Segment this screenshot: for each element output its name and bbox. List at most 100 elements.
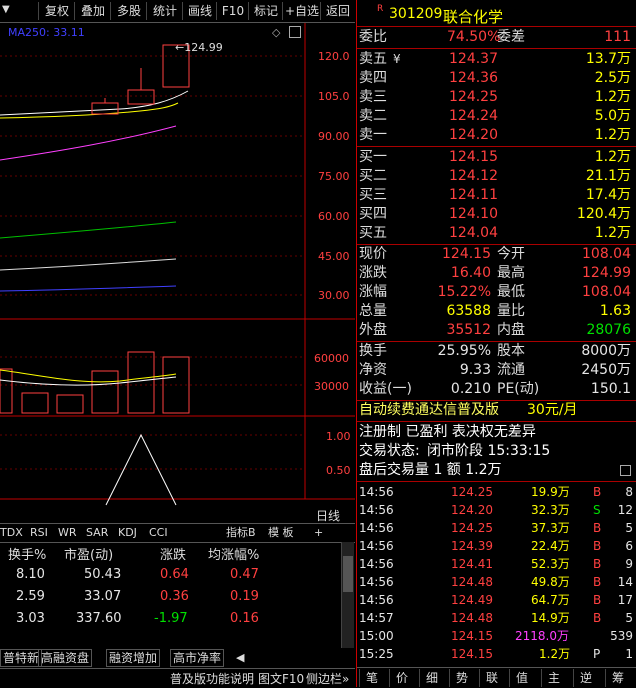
bid-volume: 1.2万 [594, 225, 631, 241]
tab-scroll-left-icon[interactable]: ◀ [236, 651, 244, 664]
tick-count: 539 [610, 629, 633, 643]
draw-line-button[interactable]: 画线 [182, 2, 217, 20]
quote-label: 量比 [497, 303, 525, 319]
tab-linked[interactable]: 联 [479, 669, 504, 687]
table-cell: 50.43 [84, 567, 122, 582]
tick-count: 1 [625, 647, 633, 661]
tab-chips[interactable]: 筹 [605, 669, 630, 687]
help-link[interactable]: 普及版功能说明 [170, 670, 254, 687]
tick-count: 5 [625, 521, 633, 535]
divider [357, 481, 636, 482]
tick-row: 14:56 124.25 19.9万 B 8 [359, 483, 635, 501]
tick-count: 8 [625, 485, 633, 499]
table-scrollbar[interactable] [341, 542, 354, 648]
ask-row[interactable]: 卖五 ¥ 124.37 13.7万 [357, 50, 635, 69]
tick-count: 5 [625, 611, 633, 625]
add-indicator-button[interactable]: + [314, 525, 323, 541]
tick-row: 15:00 124.15 2118.0万 539 [359, 627, 635, 645]
tab-sar[interactable]: SAR [86, 525, 108, 541]
tab-reverse[interactable]: 逆 [573, 669, 598, 687]
bid-row[interactable]: 买三 124.11 17.4万 [357, 186, 635, 205]
bid-row[interactable]: 买五 124.04 1.2万 [357, 224, 635, 243]
scrollbar-thumb[interactable] [343, 556, 353, 592]
f10-button[interactable]: F10 [216, 2, 249, 20]
tab-putexin[interactable]: 普特新 [0, 649, 43, 667]
tab-wr[interactable]: WR [58, 525, 77, 541]
tab-detail[interactable]: 细 [419, 669, 444, 687]
promo-banner[interactable]: 自动续费通达信普及版 30元/月 [357, 401, 635, 420]
tab-high-margin[interactable]: 高融资盘 [38, 649, 93, 667]
stock-name: 联合化学 [443, 8, 504, 26]
tab-value[interactable]: 值 [509, 669, 534, 687]
after-hours-text: 盘后交易量 1 额 1.2万 [359, 462, 502, 478]
mark-button[interactable]: 标记 [248, 2, 283, 20]
window-toggle-icon[interactable] [289, 26, 301, 38]
tab-main[interactable]: 主 [541, 669, 566, 687]
tick-time: 14:56 [359, 521, 394, 535]
promo-price[interactable]: 30元/月 [527, 401, 578, 420]
bid-row[interactable]: 买一 124.15 1.2万 [357, 148, 635, 167]
tab-cci[interactable]: CCI [149, 525, 168, 541]
quote-label: 最低 [497, 284, 525, 300]
dropdown-arrow-icon[interactable]: ▼ [2, 4, 10, 15]
after-hours-line: 盘后交易量 1 额 1.2万 [357, 461, 635, 480]
indicator-b-button[interactable]: 指标B [226, 525, 256, 541]
tick-row: 14:56 124.20 32.3万 S 12 [359, 501, 635, 519]
promo-text[interactable]: 自动续费通达信普及版 [359, 401, 499, 420]
overlay-button[interactable]: 叠加 [74, 2, 111, 20]
back-button[interactable]: 返回 [320, 2, 355, 20]
tick-count: 14 [617, 575, 633, 589]
ask-row[interactable]: 卖一 124.20 1.2万 [357, 126, 635, 145]
price-tick: 90.00 [318, 130, 350, 143]
fuquan-button[interactable]: 复权 [38, 2, 75, 20]
tab-kdj[interactable]: KDJ [118, 525, 137, 541]
bid-label: 买三 [359, 187, 387, 203]
status-line: 交易状态: 闭市阶段 15:33:15 [357, 442, 635, 461]
status-label: 交易状态: [359, 443, 420, 459]
tab-tdx[interactable]: TDX [0, 525, 23, 541]
table-cell: 33.07 [84, 589, 122, 604]
ask-row[interactable]: 卖三 124.25 1.2万 [357, 88, 635, 107]
currency-mark: ¥ [393, 52, 401, 66]
tick-volume: 2118.0万 [515, 629, 569, 643]
tab-margin-increase[interactable]: 融资增加 [106, 649, 161, 667]
ask-row[interactable]: 卖二 124.24 5.0万 [357, 107, 635, 126]
quote-value: 124.15 [442, 246, 491, 262]
diamond-icon[interactable]: ◇ [272, 26, 280, 39]
f10-link[interactable]: 图文F10 [258, 670, 304, 687]
kline-chart-area[interactable]: MA250: 33.11 ←124.99 ◇ 120.0 105.0 90.00… [0, 23, 355, 523]
quote-label: 涨跌 [359, 265, 387, 281]
ask-volume: 5.0万 [594, 108, 631, 124]
ask-volume: 13.7万 [585, 51, 631, 67]
table-header: 涨跌 [160, 548, 187, 563]
add-watchlist-button[interactable]: +自选 [282, 2, 321, 20]
tick-time: 14:56 [359, 503, 394, 517]
tab-rsi[interactable]: RSI [30, 525, 48, 541]
sidebar-toggle[interactable]: 侧边栏» [306, 670, 349, 687]
tab-price[interactable]: 价 [389, 669, 414, 687]
tick-volume: 22.4万 [531, 539, 570, 553]
fund-label: 收益(一) [359, 381, 412, 397]
ask-row[interactable]: 卖四 124.36 2.5万 [357, 69, 635, 88]
quote-value: 16.40 [450, 265, 491, 281]
tick-price: 124.25 [451, 485, 493, 499]
stats-table: 换手% 市盈(动) 涨跌 均涨幅% 8.10 50.43 0.64 0.47 2… [0, 542, 355, 648]
fund-label: 股本 [497, 343, 525, 359]
period-label[interactable]: 日线 [316, 507, 340, 524]
template-button[interactable]: 模 板 [268, 525, 294, 541]
expand-icon[interactable] [620, 465, 631, 476]
tab-high-pb[interactable]: 高市净率 [170, 649, 225, 667]
statistics-button[interactable]: 统计 [146, 2, 183, 20]
tab-trades[interactable]: 笔 [359, 669, 384, 687]
quote-value: 35512 [446, 322, 491, 338]
kline-chart-svg [0, 23, 355, 506]
tick-row: 14:57 124.48 14.9万 B 5 [359, 609, 635, 627]
bid-row[interactable]: 买二 124.12 21.1万 [357, 167, 635, 186]
bid-row[interactable]: 买四 124.10 120.4万 [357, 205, 635, 224]
multi-stock-button[interactable]: 多股 [110, 2, 147, 20]
fund-row: 净资 9.33 流通 2450万 [357, 361, 635, 380]
tab-trend[interactable]: 势 [449, 669, 474, 687]
high-price-value: 124.99 [184, 41, 223, 54]
fund-label: 换手 [359, 343, 387, 359]
tick-time: 14:57 [359, 611, 394, 625]
